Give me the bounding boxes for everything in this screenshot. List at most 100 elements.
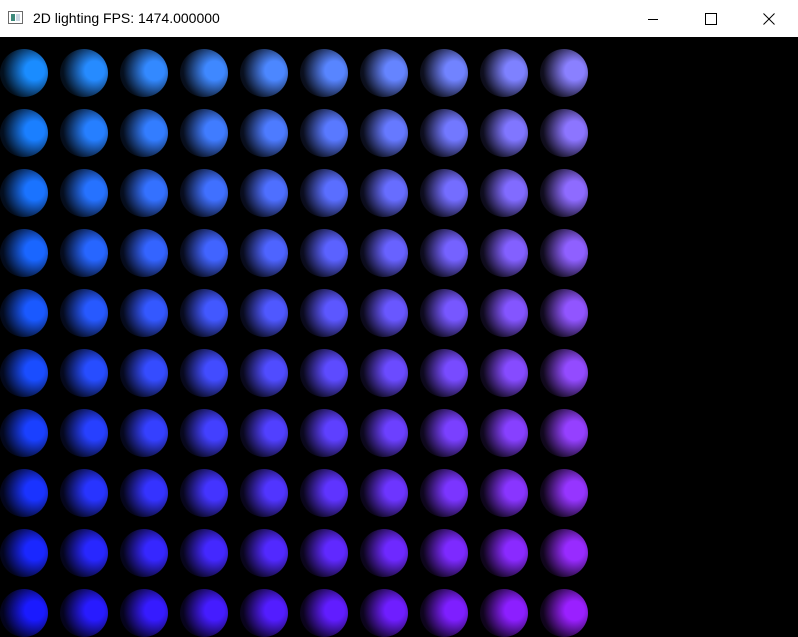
lit-sphere — [480, 469, 528, 517]
lit-sphere — [240, 409, 288, 457]
lit-sphere — [240, 469, 288, 517]
minimize-button[interactable] — [623, 0, 683, 37]
lit-sphere — [540, 109, 588, 157]
lit-sphere — [420, 589, 468, 637]
lit-sphere — [60, 409, 108, 457]
lit-sphere — [540, 289, 588, 337]
close-icon — [763, 12, 775, 25]
lit-sphere — [240, 529, 288, 577]
title-bar[interactable]: 2D lighting FPS: 1474.000000 — [0, 0, 798, 37]
lit-sphere — [120, 169, 168, 217]
lit-sphere — [480, 289, 528, 337]
lit-sphere — [60, 229, 108, 277]
lit-sphere — [420, 409, 468, 457]
minimize-icon — [648, 18, 658, 20]
lit-sphere — [480, 409, 528, 457]
lit-sphere — [540, 349, 588, 397]
lit-sphere — [300, 229, 348, 277]
lit-sphere — [180, 109, 228, 157]
lit-sphere — [0, 349, 48, 397]
lit-sphere — [180, 529, 228, 577]
lit-sphere — [0, 409, 48, 457]
render-canvas[interactable] — [0, 37, 798, 637]
lit-sphere — [60, 169, 108, 217]
lit-sphere — [240, 169, 288, 217]
lit-sphere — [0, 589, 48, 637]
lit-sphere — [360, 529, 408, 577]
lit-sphere — [60, 469, 108, 517]
lit-sphere — [0, 229, 48, 277]
lit-sphere — [180, 349, 228, 397]
lit-sphere — [120, 109, 168, 157]
lit-sphere — [240, 229, 288, 277]
lit-sphere — [240, 109, 288, 157]
window-title: 2D lighting FPS: 1474.000000 — [33, 10, 220, 26]
maximize-button[interactable] — [681, 0, 741, 37]
lit-sphere — [120, 289, 168, 337]
lit-sphere — [540, 229, 588, 277]
lit-sphere — [420, 289, 468, 337]
lit-sphere — [300, 169, 348, 217]
lit-sphere — [480, 589, 528, 637]
lit-sphere — [300, 409, 348, 457]
lit-sphere — [540, 49, 588, 97]
lit-sphere — [420, 469, 468, 517]
lit-sphere — [120, 409, 168, 457]
lit-sphere — [360, 469, 408, 517]
close-button[interactable] — [739, 0, 798, 37]
lit-sphere — [360, 169, 408, 217]
lit-sphere — [180, 589, 228, 637]
lit-sphere — [300, 589, 348, 637]
lit-sphere — [360, 349, 408, 397]
lit-sphere — [300, 349, 348, 397]
lit-sphere — [60, 289, 108, 337]
lit-sphere — [480, 349, 528, 397]
app-window-icon — [8, 11, 23, 24]
lit-sphere — [180, 229, 228, 277]
lit-sphere — [120, 349, 168, 397]
lit-sphere — [480, 169, 528, 217]
lit-sphere — [420, 169, 468, 217]
lit-sphere — [540, 409, 588, 457]
lit-sphere — [240, 589, 288, 637]
lit-sphere — [60, 49, 108, 97]
lit-sphere — [360, 409, 408, 457]
lit-sphere — [300, 529, 348, 577]
lit-sphere — [480, 109, 528, 157]
lit-sphere — [180, 469, 228, 517]
lit-sphere — [420, 229, 468, 277]
lit-sphere — [300, 49, 348, 97]
lit-sphere — [540, 169, 588, 217]
lit-sphere — [0, 469, 48, 517]
lit-sphere — [240, 289, 288, 337]
lit-sphere — [120, 229, 168, 277]
lit-sphere — [420, 109, 468, 157]
lit-sphere — [120, 529, 168, 577]
lit-sphere — [420, 349, 468, 397]
lit-sphere — [300, 109, 348, 157]
lit-sphere — [540, 589, 588, 637]
lit-sphere — [120, 589, 168, 637]
lit-sphere — [420, 49, 468, 97]
lit-sphere — [120, 49, 168, 97]
lit-sphere — [240, 349, 288, 397]
lit-sphere — [360, 229, 408, 277]
maximize-icon — [705, 12, 717, 25]
lit-sphere — [0, 49, 48, 97]
lit-sphere — [180, 409, 228, 457]
lit-sphere — [120, 469, 168, 517]
lit-sphere — [0, 529, 48, 577]
lit-sphere — [540, 529, 588, 577]
lit-sphere — [300, 469, 348, 517]
lit-sphere — [60, 589, 108, 637]
app-window: 2D lighting FPS: 1474.000000 — [0, 0, 798, 637]
lit-sphere — [300, 289, 348, 337]
lit-sphere — [0, 169, 48, 217]
lit-sphere — [360, 589, 408, 637]
lit-sphere — [480, 229, 528, 277]
lit-sphere — [540, 469, 588, 517]
lit-sphere — [420, 529, 468, 577]
lit-sphere — [180, 169, 228, 217]
lit-sphere — [360, 289, 408, 337]
lit-sphere — [480, 529, 528, 577]
